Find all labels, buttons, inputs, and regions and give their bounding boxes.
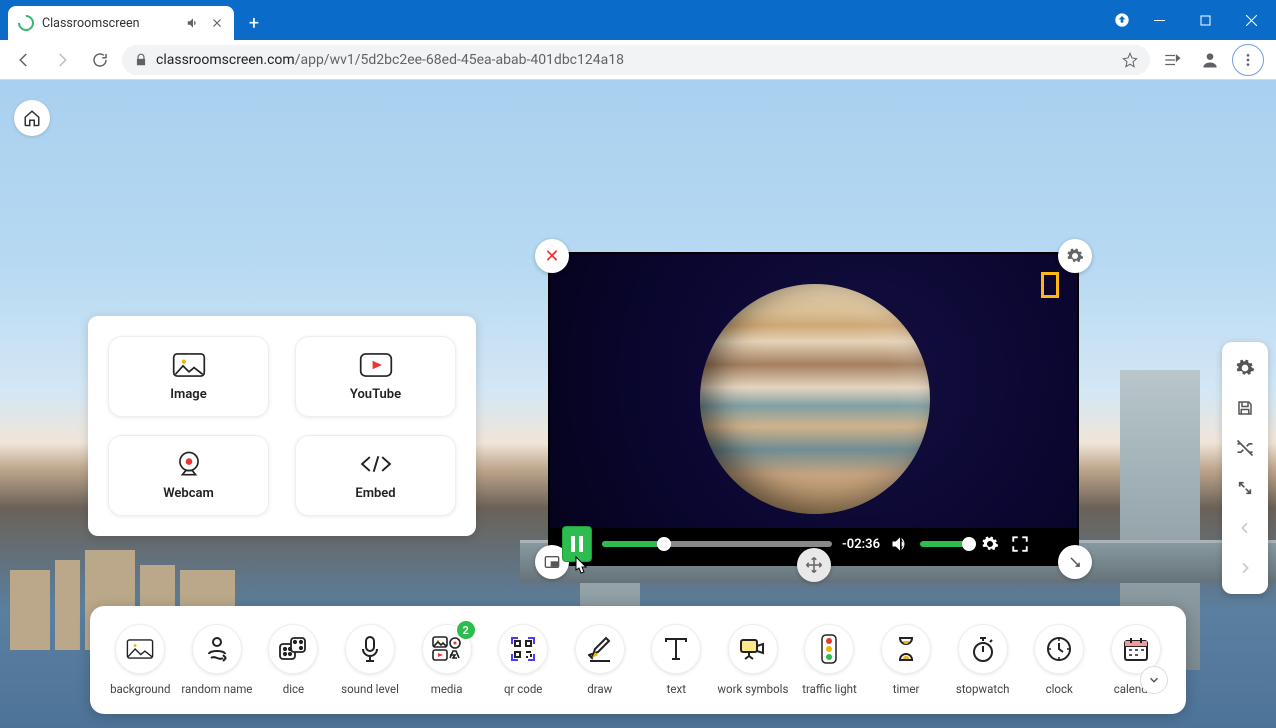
side-save-button[interactable] <box>1226 388 1264 428</box>
media-option-webcam[interactable]: Webcam <box>108 435 269 516</box>
url-domain: classroomscreen.com <box>156 52 295 68</box>
dock-item-clock[interactable]: clock <box>1021 624 1098 696</box>
video-settings-icon[interactable] <box>980 534 1000 554</box>
media-option-image[interactable]: Image <box>108 336 269 417</box>
browser-address-bar: classroomscreen.com/app/wv1/5d2bc2ee-68e… <box>0 40 1276 80</box>
home-button[interactable] <box>14 100 50 136</box>
dock-item-draw[interactable]: draw <box>561 624 638 696</box>
dock-item-label: background <box>110 682 170 696</box>
dock-item-dice[interactable]: dice <box>255 624 332 696</box>
dock-item-background[interactable]: background <box>102 624 179 696</box>
dock-item-work-symbols[interactable]: work symbols <box>715 624 792 696</box>
favicon-icon <box>15 12 38 35</box>
dock-item-label: media <box>431 682 463 696</box>
dock-item-label: timer <box>893 682 920 696</box>
video-content-planet <box>700 284 930 514</box>
volume-bar[interactable] <box>920 541 970 547</box>
media-picker-card: Image YouTube Webcam Embed <box>88 316 476 536</box>
lock-icon <box>134 53 148 67</box>
dock-item-label: clock <box>1046 682 1073 696</box>
video-widget: -02:36 ✕ <box>548 252 1079 566</box>
dock-item-label: sound level <box>341 682 399 696</box>
bookmark-star-icon[interactable] <box>1122 52 1138 68</box>
natgeo-logo-icon <box>1041 272 1059 298</box>
pause-button[interactable] <box>562 526 592 562</box>
side-settings-button[interactable] <box>1226 348 1264 388</box>
dock-item-label: draw <box>587 682 612 696</box>
dock-item-traffic-light[interactable]: traffic light <box>791 624 868 696</box>
url-path: /app/wv1/5d2bc2ee-68ed-45ea-abab-401dbc1… <box>295 52 624 68</box>
new-tab-button[interactable]: + <box>240 9 268 37</box>
browser-menu-button[interactable] <box>1232 44 1264 76</box>
dock-item-label: dice <box>283 682 304 696</box>
audio-icon[interactable] <box>186 16 200 30</box>
dock-item-label: random name <box>181 682 252 696</box>
dock-item-label: stopwatch <box>956 682 1010 696</box>
media-option-embed[interactable]: Embed <box>295 435 456 516</box>
media-option-label: Webcam <box>163 486 214 501</box>
video-widget-settings-button[interactable] <box>1058 239 1092 273</box>
nav-forward-button <box>46 44 78 76</box>
video-close-button[interactable]: ✕ <box>535 239 569 273</box>
dock-item-sound-level[interactable]: sound level <box>332 624 409 696</box>
side-fullscreen-button[interactable] <box>1226 468 1264 508</box>
dock-collapse-button[interactable] <box>1140 666 1168 694</box>
url-field[interactable]: classroomscreen.com/app/wv1/5d2bc2ee-68e… <box>122 45 1150 75</box>
side-shuffle-off-button[interactable] <box>1226 428 1264 468</box>
side-next-button <box>1226 548 1264 588</box>
tab-title: Classroomscreen <box>42 16 178 31</box>
tab-close-icon[interactable] <box>210 16 224 30</box>
dock-item-label: work symbols <box>717 682 788 696</box>
dock-item-random-name[interactable]: random name <box>179 624 256 696</box>
video-area[interactable] <box>550 254 1077 528</box>
fullscreen-icon[interactable] <box>1010 534 1030 554</box>
profile-icon[interactable] <box>1194 44 1226 76</box>
browser-tab[interactable]: Classroomscreen <box>8 6 234 40</box>
video-controls: -02:36 <box>550 524 1077 564</box>
media-option-label: Image <box>170 387 206 402</box>
dock-item-stopwatch[interactable]: stopwatch <box>944 624 1021 696</box>
dock-media-badge: 2 <box>457 621 475 639</box>
dock-item-text[interactable]: text <box>638 624 715 696</box>
dock-item-label: text <box>667 682 686 696</box>
media-option-youtube[interactable]: YouTube <box>295 336 456 417</box>
dock-item-media[interactable]: 2 media <box>408 624 485 696</box>
dock-item-timer[interactable]: timer <box>868 624 945 696</box>
side-panel <box>1222 342 1268 594</box>
dock-item-label: traffic light <box>802 682 857 696</box>
media-control-icon[interactable] <box>1156 44 1188 76</box>
time-remaining: -02:36 <box>842 537 880 552</box>
window-titlebar: Classroomscreen + <box>0 0 1276 40</box>
dock-item-qr-code[interactable]: qr code <box>485 624 562 696</box>
window-maximize-button[interactable] <box>1182 4 1228 36</box>
widget-dock: background random name dice sound level … <box>90 606 1186 714</box>
media-option-label: YouTube <box>350 387 401 402</box>
nav-back-button[interactable] <box>8 44 40 76</box>
media-option-label: Embed <box>355 486 395 501</box>
nav-reload-button[interactable] <box>84 44 116 76</box>
account-indicator-icon[interactable] <box>1108 4 1136 36</box>
volume-icon[interactable] <box>890 534 910 554</box>
dock-item-label: qr code <box>504 682 542 696</box>
seek-bar[interactable] <box>602 541 832 547</box>
side-prev-button <box>1226 508 1264 548</box>
window-close-button[interactable] <box>1228 4 1274 36</box>
app-viewport: Image YouTube Webcam Embed -02:36 <box>0 80 1276 728</box>
window-minimize-button[interactable] <box>1136 4 1182 36</box>
